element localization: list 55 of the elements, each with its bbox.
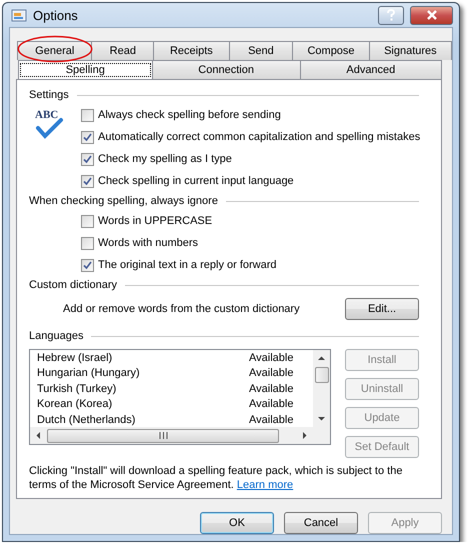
app-icon bbox=[11, 7, 27, 23]
help-button[interactable] bbox=[378, 6, 404, 24]
language-name[interactable]: Turkish (Turkey) bbox=[37, 382, 249, 395]
dialog-button[interactable]: Cancel bbox=[284, 512, 358, 534]
edit-button[interactable]: Edit... bbox=[345, 298, 419, 320]
tab[interactable]: General bbox=[17, 41, 92, 60]
tab[interactable]: Connection bbox=[152, 60, 300, 79]
tab[interactable]: Compose bbox=[292, 41, 369, 60]
checkbox-option[interactable]: Check spelling in current input language bbox=[81, 170, 420, 192]
checkbox[interactable] bbox=[81, 108, 94, 122]
checkbox[interactable] bbox=[81, 152, 94, 166]
language-status: Available bbox=[249, 352, 294, 364]
language-status: Available bbox=[249, 414, 294, 426]
vertical-scrollbar[interactable] bbox=[313, 350, 330, 427]
languages-list[interactable]: Hebrew (Israel) Available Hungarian (Hungary) Available Turkish (Turkey) Available Korean (Korea) Available Dutch (Netherlands) Available bbox=[29, 349, 331, 445]
tab[interactable]: Receipts bbox=[153, 41, 229, 60]
scrollbar-thumb[interactable] bbox=[47, 428, 279, 442]
language-status: Available bbox=[249, 398, 294, 410]
tab[interactable]: Spelling bbox=[18, 60, 152, 79]
checkbox[interactable] bbox=[81, 236, 94, 250]
checkbox-option[interactable]: Always check spelling before sending bbox=[81, 104, 420, 126]
section-label: Settings bbox=[29, 89, 69, 101]
checkbox[interactable] bbox=[81, 174, 94, 188]
section-label: When checking spelling, always ignore bbox=[29, 195, 218, 207]
language-name[interactable]: Hungarian (Hungary) bbox=[37, 367, 249, 380]
close-button[interactable] bbox=[410, 6, 453, 24]
close-icon bbox=[426, 10, 438, 20]
checkbox[interactable] bbox=[81, 130, 94, 144]
dialog-button[interactable]: OK bbox=[200, 512, 274, 534]
section-label: Languages bbox=[29, 330, 84, 342]
window-title: Options bbox=[33, 8, 79, 22]
language-name[interactable]: Dutch (Netherlands) bbox=[37, 414, 249, 426]
checkbox-option[interactable]: Check my spelling as I type bbox=[81, 148, 420, 170]
tab[interactable]: Signatures bbox=[368, 41, 452, 60]
scrollbar-thumb[interactable] bbox=[314, 367, 328, 383]
dictionary-description: Add or remove words from the custom dictionary bbox=[63, 303, 300, 315]
tab[interactable]: Send bbox=[228, 41, 292, 60]
checkbox-option[interactable]: Words with numbers bbox=[81, 232, 419, 254]
tab[interactable]: Advanced bbox=[300, 60, 442, 79]
grip-icon bbox=[158, 432, 168, 439]
help-icon bbox=[386, 9, 396, 21]
language-status: Available bbox=[249, 367, 294, 380]
language-status: Available bbox=[249, 382, 294, 395]
tab[interactable]: Read bbox=[91, 41, 154, 60]
checkbox-option[interactable]: Words in UPPERCASE bbox=[81, 210, 419, 232]
learn-more-link[interactable]: Learn more bbox=[236, 479, 294, 491]
checkbox[interactable] bbox=[81, 258, 94, 272]
checkbox[interactable] bbox=[81, 214, 94, 228]
checkbox-option[interactable]: The original text in a reply or forward bbox=[81, 254, 419, 276]
section-label: Custom dictionary bbox=[29, 279, 118, 291]
language-name[interactable]: Korean (Korea) bbox=[37, 398, 249, 410]
horizontal-scrollbar[interactable] bbox=[30, 427, 330, 444]
install-note: Clicking "Install" will download a spelling feature pack, which is subject to the terms of the Microsoft Service Agreement. Learn more bbox=[29, 464, 404, 492]
checkbox-option[interactable]: Automatically correct common capitalization and spelling mistakes bbox=[81, 126, 420, 148]
language-name[interactable]: Hebrew (Israel) bbox=[37, 352, 249, 364]
